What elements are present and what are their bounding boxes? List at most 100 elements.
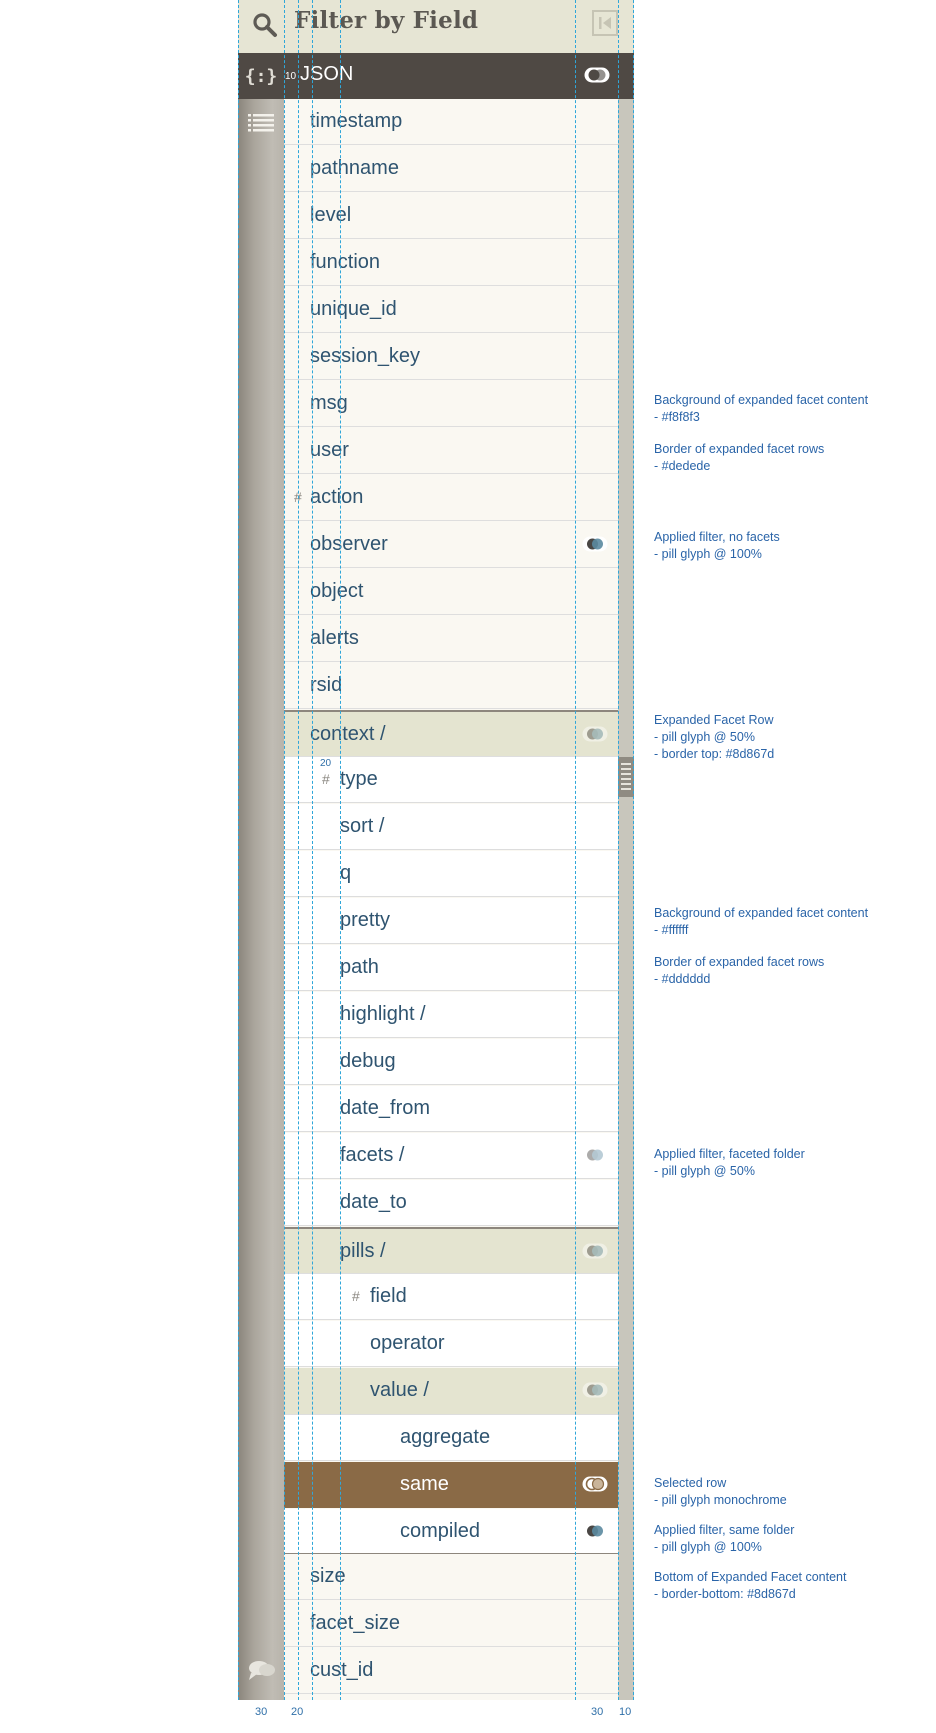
- annotation-detail: - pill glyph monochrome: [654, 1493, 787, 1507]
- field-label: session_key: [310, 345, 421, 367]
- field-label: sort /: [340, 815, 385, 837]
- chat-icon[interactable]: [248, 1659, 276, 1681]
- field-row[interactable]: level: [284, 193, 618, 239]
- field-row[interactable]: q: [284, 851, 618, 897]
- annotation-title: Border of expanded facet rows: [654, 442, 825, 456]
- pill-toggle-icon[interactable]: [582, 726, 608, 742]
- json-label: JSON: [300, 63, 354, 85]
- annotation-note: Border of expanded facet rows - #dddddd: [654, 954, 824, 988]
- collapse-panel-icon[interactable]: [592, 10, 618, 36]
- field-row[interactable]: size: [284, 1554, 618, 1600]
- folder-row[interactable]: sort /: [284, 804, 618, 850]
- annotation-note: Border of expanded facet rows - #dedede: [654, 441, 824, 475]
- field-row[interactable]: alerts: [284, 616, 618, 662]
- field-label: pretty: [340, 909, 391, 931]
- panel-title: Filter by Field: [294, 7, 479, 34]
- annotation-note: Applied filter, no facets - pill glyph @ …: [654, 529, 780, 563]
- field-row[interactable]: rsid: [284, 663, 618, 709]
- list-icon[interactable]: [248, 112, 274, 134]
- field-row[interactable]: user: [284, 428, 618, 474]
- field-list: timestamp pathname level function unique_ids…: [284, 99, 634, 1700]
- field-row[interactable]: pretty: [284, 898, 618, 944]
- pill-column-measure: 30: [591, 1706, 604, 1718]
- field-row[interactable]: function: [284, 240, 618, 286]
- annotation-note: Bottom of Expanded Facet content - border…: [654, 1569, 846, 1603]
- folder-row[interactable]: facets /: [284, 1133, 618, 1179]
- field-label: debug: [340, 1050, 396, 1072]
- field-row[interactable]: aggregate: [284, 1415, 618, 1461]
- annotation-note: Applied filter, same folder - pill glyph …: [654, 1522, 794, 1556]
- annotation-detail: - #ffffff: [654, 923, 689, 937]
- field-row[interactable]: same: [284, 1462, 618, 1508]
- annotation-note: Expanded Facet Row - pill glyph @ 50% - bo…: [654, 712, 774, 763]
- field-label: aggregate: [400, 1426, 491, 1448]
- folder-row[interactable]: value /: [284, 1368, 618, 1415]
- field-row[interactable]: cust_id: [284, 1648, 618, 1694]
- field-row[interactable]: compiled: [284, 1509, 618, 1555]
- annotation-detail: - #dddddd: [654, 972, 711, 986]
- folder-row[interactable]: pills /: [284, 1227, 618, 1274]
- hash-icon: #: [322, 771, 330, 787]
- field-label: path: [340, 956, 379, 978]
- folder-row[interactable]: highlight /: [284, 992, 618, 1038]
- field-label: pathname: [310, 157, 399, 179]
- pill-toggle-icon[interactable]: [582, 536, 608, 552]
- field-label: object: [310, 580, 364, 602]
- side-rail: [238, 99, 284, 1700]
- pill-toggle-icon[interactable]: [582, 1382, 608, 1398]
- annotation-title: Applied filter, no facets: [654, 530, 780, 544]
- annotation-detail: - pill glyph @ 100%: [654, 547, 762, 561]
- pill-toggle-icon[interactable]: [582, 1243, 608, 1259]
- field-row[interactable]: date_to: [284, 1180, 618, 1226]
- field-row[interactable]: msg: [284, 381, 618, 427]
- field-row[interactable]: timestamp: [284, 99, 618, 145]
- field-row[interactable]: path: [284, 945, 618, 991]
- field-label: pills /: [340, 1240, 386, 1262]
- field-label: same: [400, 1473, 449, 1495]
- json-braces-icon: {:}: [244, 65, 278, 87]
- field-row[interactable]: pathname: [284, 146, 618, 192]
- indent-measure: 10: [285, 71, 297, 82]
- annotation-note: Applied filter, faceted folder - pill gly…: [654, 1146, 805, 1180]
- annotation-detail: - border-bottom: #8d867d: [654, 1587, 796, 1601]
- pill-toggle-icon[interactable]: [582, 1476, 608, 1492]
- field-label: highlight /: [340, 1003, 426, 1025]
- guide-line: [575, 0, 576, 1700]
- field-row[interactable]: date_from: [284, 1086, 618, 1132]
- folder-row[interactable]: context /: [284, 710, 618, 757]
- annotation-detail: - #dedede: [654, 459, 711, 473]
- annotation-note: Background of expanded facet content - #f…: [654, 905, 868, 939]
- field-row[interactable]: operator: [284, 1321, 618, 1367]
- field-label: rsid: [310, 674, 343, 696]
- indent-measure: 20: [320, 758, 332, 769]
- annotation-title: Bottom of Expanded Facet content: [654, 1570, 847, 1584]
- field-row[interactable]: object: [284, 569, 618, 615]
- pill-toggle-icon[interactable]: [582, 1523, 608, 1539]
- annotation-detail: - pill glyph @ 50%: [654, 1164, 755, 1178]
- field-label: field: [370, 1285, 407, 1307]
- indent-width-measure: 20: [291, 1706, 304, 1718]
- field-label: function: [310, 251, 381, 273]
- field-label: compiled: [400, 1520, 481, 1542]
- field-row[interactable]: # action: [284, 475, 618, 521]
- annotation-title: Expanded Facet Row: [654, 713, 774, 727]
- field-row[interactable]: unique_id: [284, 287, 618, 333]
- guide-line: [284, 0, 285, 1700]
- field-row[interactable]: debug: [284, 1039, 618, 1085]
- field-row[interactable]: # field: [284, 1274, 618, 1320]
- field-row[interactable]: observer: [284, 522, 618, 568]
- field-row[interactable]: facet_size: [284, 1601, 618, 1647]
- annotation-title: Border of expanded facet rows: [654, 955, 825, 969]
- field-row[interactable]: session_key: [284, 334, 618, 380]
- pill-toggle-icon[interactable]: [584, 67, 610, 83]
- guide-line: [618, 0, 619, 1700]
- annotation-title: Background of expanded facet content: [654, 393, 869, 407]
- field-row[interactable]: #20 type: [284, 757, 618, 803]
- pill-toggle-icon[interactable]: [582, 1147, 608, 1163]
- annotation-note: Selected row - pill glyph monochrome: [654, 1475, 787, 1509]
- scrollbar-thumb[interactable]: [618, 757, 634, 797]
- rail-width-measure: 30: [255, 1706, 268, 1718]
- scrollbar[interactable]: [618, 99, 634, 1700]
- annotation-detail: - pill glyph @ 100%: [654, 1540, 762, 1554]
- search-icon[interactable]: [252, 12, 278, 38]
